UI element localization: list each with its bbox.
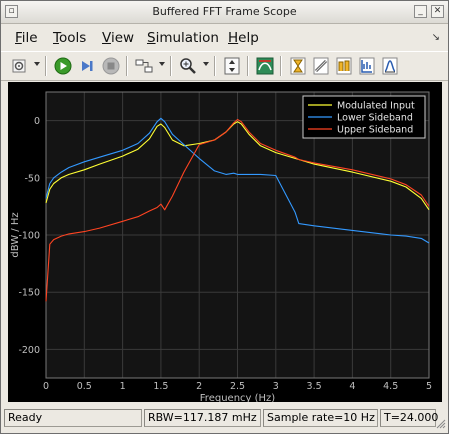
menu-bar: File Tools View Simulation Help ↘ — [1, 24, 448, 50]
menu-tools[interactable]: Tools — [53, 30, 86, 46]
legend-entry: Lower Sideband — [337, 113, 413, 124]
parameters-dropdown-icon[interactable] — [34, 62, 40, 66]
title-bar[interactable]: ▫ Buffered FFT Frame Scope _ ✕ — [1, 1, 448, 24]
x-tick-label: 4.5 — [383, 381, 398, 392]
scale-axes-icon[interactable] — [221, 55, 243, 77]
y-axis-label: dBW / Hz — [10, 212, 21, 257]
window-title: Buffered FFT Frame Scope — [152, 5, 297, 18]
plot-panel: 0 0.5 1 1.5 2 2.5 3 3.5 4 4.5 5 0 -50 -100 -150 -200 Fre… — [8, 82, 442, 404]
step-forward-icon[interactable] — [76, 55, 98, 77]
x-axis-label: Frequency (Hz) — [200, 393, 276, 402]
x-tick-label: 1.5 — [153, 381, 168, 392]
status-time: T=24.000 — [380, 409, 438, 427]
highlight-block-icon[interactable] — [133, 55, 155, 77]
separator — [45, 56, 47, 76]
highlight-dropdown-icon[interactable] — [159, 62, 165, 66]
x-tick-label: 2.5 — [230, 381, 245, 392]
x-tick-label: 5 — [426, 381, 432, 392]
measurement-icon[interactable] — [254, 55, 276, 77]
x-tick-label: 3 — [273, 381, 279, 392]
separator — [214, 56, 216, 76]
y-tick-label: -150 — [18, 288, 40, 299]
close-icon[interactable]: ✕ — [431, 5, 444, 18]
spectrum-chart[interactable]: 0 0.5 1 1.5 2 2.5 3 3.5 4 4.5 5 0 -50 -100 -150 -200 Fre… — [8, 82, 442, 404]
status-rbw: RBW=117.187 mHz — [144, 409, 261, 427]
toolbar — [1, 51, 448, 81]
legend-entry: Upper Sideband — [337, 125, 413, 136]
status-sample-rate: Sample rate=10 Hz — [263, 409, 378, 427]
spectral-mask-icon[interactable] — [356, 55, 378, 77]
parameters-icon[interactable] — [9, 55, 31, 77]
separator — [170, 56, 172, 76]
menu-view[interactable]: View — [102, 30, 134, 46]
menu-simulation[interactable]: Simulation — [147, 30, 219, 46]
x-tick-label: 3.5 — [307, 381, 322, 392]
x-tick-label: 2 — [196, 381, 202, 392]
status-bar: Ready RBW=117.187 mHz Sample rate=10 Hz … — [1, 405, 448, 431]
separator — [247, 56, 249, 76]
status-ready: Ready — [4, 409, 142, 427]
zoom-dropdown-icon[interactable] — [203, 62, 209, 66]
zoom-icon[interactable] — [177, 55, 199, 77]
y-tick-label: -50 — [24, 173, 40, 184]
x-tick-label: 0 — [43, 381, 49, 392]
cursor-icon[interactable] — [287, 55, 309, 77]
bilevel-icon[interactable] — [333, 55, 355, 77]
signal-stats-icon[interactable] — [379, 55, 401, 77]
y-tick-label: -100 — [18, 231, 40, 242]
menu-help[interactable]: Help — [228, 30, 259, 46]
resize-grip-icon[interactable] — [436, 419, 446, 429]
separator — [280, 56, 282, 76]
x-tick-label: 0.5 — [77, 381, 92, 392]
separator — [126, 56, 128, 76]
scope-window: ▫ Buffered FFT Frame Scope _ ✕ File Tool… — [0, 0, 449, 434]
stop-icon[interactable] — [100, 55, 122, 77]
legend-entry: Modulated Input — [337, 101, 415, 112]
y-tick-label: 0 — [34, 116, 40, 127]
peak-finder-icon[interactable] — [310, 55, 332, 77]
x-tick-label: 4 — [349, 381, 355, 392]
y-tick-label: -200 — [18, 345, 40, 356]
menu-file[interactable]: File — [15, 30, 38, 46]
run-icon[interactable] — [52, 55, 74, 77]
minimize-icon[interactable]: _ — [414, 5, 427, 18]
undock-icon[interactable]: ↘ — [432, 32, 440, 43]
x-tick-label: 1 — [120, 381, 126, 392]
